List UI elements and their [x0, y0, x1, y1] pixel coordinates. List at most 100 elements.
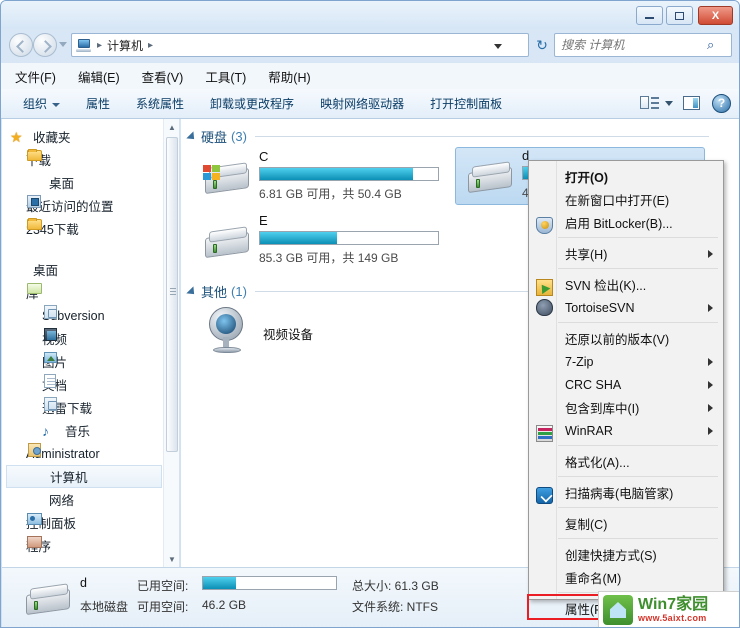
submenu-arrow-icon [708, 426, 713, 435]
submenu-arrow-icon [708, 357, 713, 366]
context-menu-item-SVN检出K[interactable]: SVN 检出(K)... [530, 273, 723, 296]
scroll-down-icon[interactable]: ▼ [164, 551, 179, 567]
sidebar-item-桌面[interactable]: 桌面 [26, 171, 162, 194]
context-menu-item-启用BitLockerB[interactable]: 启用 BitLocker(B)... [530, 211, 723, 234]
context-menu-item-7Zip[interactable]: 7-Zip [530, 350, 723, 373]
chevron-down-icon[interactable] [665, 101, 673, 106]
sidebar-item-音乐[interactable]: ♪ 音乐 [42, 419, 162, 442]
refresh-icon[interactable]: ↻ [533, 37, 551, 53]
status-free-value: 46.2 GB [202, 598, 247, 612]
breadcrumb-item-computer[interactable]: 计算机 [105, 37, 145, 54]
context-menu-item-打开O[interactable]: 打开(O) [530, 165, 723, 188]
chevron-down-icon[interactable] [494, 44, 502, 49]
context-menu-item-复制C[interactable]: 复制(C) [530, 512, 723, 535]
context-menu-item-还原以前的版本V[interactable]: 还原以前的版本(V) [530, 327, 723, 350]
sidebar-item-程序[interactable]: 程序 [26, 534, 162, 557]
watermark-title: Win7家园 [638, 596, 709, 613]
sidebar-item-最近访问的位置[interactable]: 最近访问的位置 [26, 194, 162, 217]
context-menu-separator [558, 476, 718, 477]
context-menu-item-在新窗口中打开E[interactable]: 在新窗口中打开(E) [530, 188, 723, 211]
group-title: 硬盘 [201, 130, 228, 145]
close-button[interactable]: X [698, 6, 733, 25]
sidebar-item-文档[interactable]: 文档 [42, 373, 162, 396]
change-view-icon[interactable] [640, 94, 659, 113]
sidebar-item-Subversion[interactable]: Subversion [42, 304, 162, 327]
search-box[interactable]: ⌕ [554, 33, 732, 57]
scroll-up-icon[interactable]: ▲ [164, 119, 179, 135]
status-drive-icon [26, 583, 70, 618]
collapse-caret-icon[interactable] [186, 130, 198, 143]
uninstall-change-program-button[interactable]: 卸载或更改程序 [210, 95, 294, 112]
context-menu-separator [558, 445, 718, 446]
context-menu-item-WinRAR[interactable]: WinRAR [530, 419, 723, 442]
sidebar-item-图片[interactable]: 图片 [42, 350, 162, 373]
sidebar-item-网络[interactable]: 网络 [26, 488, 162, 511]
video-icon [44, 328, 57, 341]
webcam-icon[interactable] [205, 307, 251, 353]
sidebar-item-库[interactable]: 库 [26, 281, 162, 304]
sidebar-item-收藏夹[interactable]: ★ 收藏夹 [10, 125, 162, 148]
drive-item-c[interactable]: C 6.81 GB 可用，共 50.4 GB [193, 149, 443, 207]
drive-item-e[interactable]: E 85.3 GB 可用，共 149 GB [193, 213, 443, 271]
context-menu-item-重命名M[interactable]: 重命名(M) [530, 566, 723, 589]
context-menu-item-扫描病毒电脑管家[interactable]: 扫描病毒(电脑管家) [530, 481, 723, 504]
sidebar-item-桌面[interactable]: 桌面 [10, 258, 162, 281]
forward-button[interactable] [33, 33, 57, 57]
scrollbar-thumb[interactable] [166, 137, 178, 452]
sidebar-item-Administrator[interactable]: Administrator [26, 442, 162, 465]
subversion-icon [44, 305, 57, 319]
navigation-pane: ★收藏夹下载桌面最近访问的位置2345下载桌面库Subversion视频图片文档… [2, 119, 180, 567]
context-menu-item-格式化A[interactable]: 格式化(A)... [530, 450, 723, 473]
menu-edit[interactable]: 编辑(E) [78, 67, 120, 86]
menu-view[interactable]: 查看(V) [142, 67, 184, 86]
minimize-button[interactable] [636, 6, 663, 25]
sidebar-item-下载[interactable]: 下载 [26, 148, 162, 171]
context-menu-item-创建快捷方式S[interactable]: 创建快捷方式(S) [530, 543, 723, 566]
open-control-panel-button[interactable]: 打开控制面板 [430, 95, 502, 112]
recent-places-icon [27, 195, 41, 208]
context-menu-label: SVN 检出(K)... [565, 279, 647, 293]
explorer-window: X ▸ 计算机 ▸ ↻ ⌕ 文件(F) 编辑(E) 查看(V) 工具(T) 帮助… [0, 0, 740, 628]
properties-button[interactable]: 属性 [86, 95, 110, 112]
context-menu-item-CRCSHA[interactable]: CRC SHA [530, 373, 723, 396]
preview-pane-icon[interactable] [682, 94, 701, 113]
sidebar-item-视频[interactable]: 视频 [42, 327, 162, 350]
sidebar-item-计算机[interactable]: 计算机 [6, 465, 162, 488]
watermark-logo-icon [603, 595, 633, 625]
maximize-button[interactable] [666, 6, 693, 25]
help-icon[interactable]: ? [712, 94, 731, 113]
breadcrumb-separator-2[interactable]: ▸ [145, 40, 156, 51]
programs-icon [27, 536, 42, 548]
address-field[interactable]: ▸ 计算机 ▸ [71, 33, 529, 57]
sidebar-item-迅雷下载[interactable]: 迅雷下载 [42, 396, 162, 419]
map-network-drive-button[interactable]: 映射网络驱动器 [320, 95, 404, 112]
nav-scrollbar[interactable]: ▲ ▼ [163, 119, 179, 567]
sidebar-item-2345下载[interactable]: 2345下载 [26, 217, 162, 240]
context-menu-item-共享H[interactable]: 共享(H) [530, 242, 723, 265]
context-menu-label: 7-Zip [565, 354, 594, 369]
organize-button[interactable]: 组织 [23, 95, 61, 112]
search-icon: ⌕ [707, 37, 715, 52]
collapse-caret-icon[interactable] [186, 285, 198, 298]
menu-help[interactable]: 帮助(H) [268, 67, 310, 86]
pc-guard-icon [536, 487, 553, 504]
desktop-monitor-icon [10, 262, 27, 278]
back-button[interactable] [9, 33, 33, 57]
group-header-harddisks[interactable]: 硬盘 (3) [186, 127, 709, 146]
address-bar: ▸ 计算机 ▸ ↻ ⌕ [1, 29, 739, 61]
menu-tools[interactable]: 工具(T) [205, 67, 246, 86]
drive-icon [468, 161, 512, 196]
system-properties-button[interactable]: 系统属性 [136, 95, 184, 112]
status-drive-type: 本地磁盘 [80, 600, 129, 614]
context-menu-label: 打开(O) [565, 171, 609, 185]
music-note-icon: ♪ [42, 422, 49, 439]
context-menu-item-TortoiseSVN[interactable]: TortoiseSVN [530, 296, 723, 319]
search-input[interactable] [561, 35, 707, 55]
recent-pages-dropdown-icon[interactable] [59, 42, 67, 47]
sidebar-item-控制面板[interactable]: 控制面板 [26, 511, 162, 534]
context-menu-separator [558, 268, 718, 269]
control-panel-icon [27, 513, 42, 525]
menu-file[interactable]: 文件(F) [15, 67, 56, 86]
context-menu-item-包含到库中I[interactable]: 包含到库中(I) [530, 396, 723, 419]
group-rule [254, 136, 709, 137]
